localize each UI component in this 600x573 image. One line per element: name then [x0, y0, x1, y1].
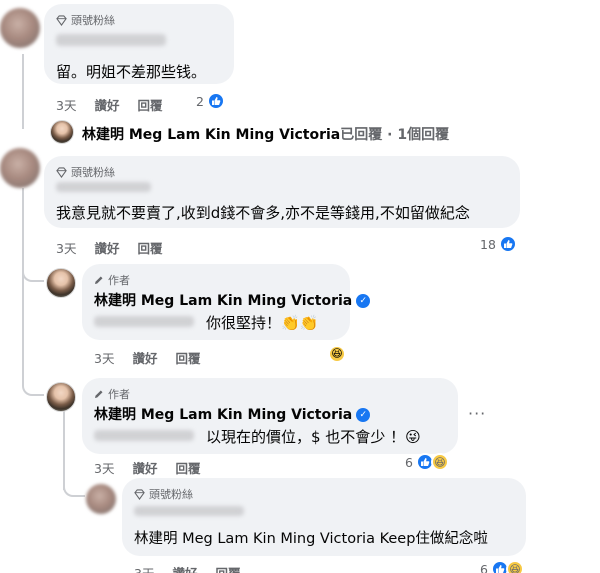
reaction-count[interactable]: 2	[196, 92, 225, 110]
commenter-name[interactable]	[56, 182, 151, 192]
author-name-text: 林建明 Meg Lam Kin Ming Victoria	[94, 407, 353, 423]
reply-text: 林建明 Meg Lam Kin Ming Victoria Keep住做紀念啦	[134, 531, 488, 547]
verified-check-icon: ✓	[356, 294, 371, 308]
reply-summary-name: 林建明 Meg Lam Kin Ming Victoria	[82, 127, 341, 143]
like-button[interactable]: 讚好	[172, 563, 197, 573]
like-button[interactable]: 讚好	[132, 458, 157, 477]
reply-time[interactable]: 3天	[94, 348, 114, 367]
thread-line	[22, 360, 44, 396]
reply-time[interactable]: 3天	[134, 563, 154, 573]
commenter-name[interactable]	[134, 506, 244, 516]
thread-line	[63, 465, 85, 497]
reaction-count[interactable]: 6 😆	[480, 560, 524, 573]
like-count: 6	[480, 561, 488, 573]
comment-text: 我意見就不要賣了,收到d錢不會多,亦不是等錢用,不如留做紀念	[56, 204, 470, 222]
fan-badge: 頭號粉絲	[56, 12, 115, 28]
like-count: 18	[480, 236, 496, 252]
badge-label: 頭號粉絲	[71, 166, 115, 179]
diamond-icon	[56, 166, 67, 178]
avatar[interactable]	[46, 268, 76, 298]
reaction-count[interactable]: 6 😆	[405, 453, 449, 471]
author-tag: 作者	[94, 386, 130, 402]
author-name[interactable]: 林建明 Meg Lam Kin Ming Victoria ✓	[94, 290, 371, 310]
thread-line	[22, 250, 44, 282]
like-button[interactable]: 讚好	[132, 348, 157, 367]
like-count: 2	[196, 93, 204, 109]
author-name[interactable]: 林建明 Meg Lam Kin Ming Victoria ✓	[94, 404, 371, 424]
diamond-icon	[56, 14, 67, 26]
author-tag-label: 作者	[108, 274, 130, 287]
mentioned-user[interactable]	[94, 316, 194, 327]
pencil-icon	[95, 276, 103, 284]
thumbs-up-icon	[206, 92, 225, 110]
comment-time[interactable]: 3天	[56, 95, 76, 114]
fan-badge: 頭號粉絲	[134, 486, 193, 502]
avatar[interactable]	[0, 148, 40, 188]
reply-button[interactable]: 回覆	[137, 238, 162, 257]
author-tag-label: 作者	[108, 388, 130, 401]
reply-text: 以現在的價位，$ 也不會少 ！😜	[206, 428, 421, 446]
like-button[interactable]: 讚好	[94, 238, 119, 257]
reply-button[interactable]: 回覆	[137, 95, 162, 114]
laughing-face-icon: 😆	[505, 560, 524, 573]
thread-line	[22, 54, 24, 129]
avatar[interactable]	[46, 382, 76, 412]
reaction-count[interactable]: 😆	[328, 342, 346, 363]
comment-time[interactable]: 3天	[56, 238, 76, 257]
avatar[interactable]	[50, 120, 74, 144]
reply-button[interactable]: 回覆	[215, 563, 240, 573]
reply-actions: 3天 讚好 回覆	[134, 563, 240, 573]
more-options-button[interactable]: ···	[468, 404, 486, 423]
laughing-face-icon: 😆	[328, 344, 346, 363]
reply-summary-suffix: 已回覆 · 1個回覆	[340, 127, 450, 143]
laughing-face-icon: 😆	[430, 453, 449, 471]
avatar[interactable]	[86, 484, 116, 514]
comment-actions: 3天 讚好 回覆	[56, 238, 162, 257]
reply-button[interactable]: 回覆	[175, 348, 200, 367]
author-name-text: 林建明 Meg Lam Kin Ming Victoria	[94, 293, 353, 309]
like-button[interactable]: 讚好	[94, 95, 119, 114]
badge-label: 頭號粉絲	[71, 14, 115, 27]
commenter-name[interactable]	[56, 34, 166, 46]
reply-actions: 3天 讚好 回覆	[94, 348, 200, 367]
avatar[interactable]	[0, 8, 40, 48]
comment-actions: 3天 讚好 回覆	[56, 95, 162, 114]
diamond-icon	[134, 488, 145, 500]
view-replies-link[interactable]: 林建明 Meg Lam Kin Ming Victoria已回覆 · 1個回覆	[82, 124, 449, 144]
pencil-icon	[95, 390, 103, 398]
author-tag: 作者	[94, 272, 130, 288]
reply-button[interactable]: 回覆	[175, 458, 200, 477]
reply-time[interactable]: 3天	[94, 458, 114, 477]
thread-line	[22, 188, 24, 383]
badge-label: 頭號粉絲	[149, 488, 193, 501]
reply-actions: 3天 讚好 回覆	[94, 458, 200, 477]
reply-text: 你很堅持！👏👏	[206, 314, 319, 332]
fan-badge: 頭號粉絲	[56, 164, 115, 180]
mentioned-user[interactable]	[94, 430, 194, 441]
thumbs-up-icon	[498, 235, 517, 253]
like-count: 6	[405, 454, 413, 470]
verified-check-icon: ✓	[356, 408, 371, 422]
comment-text: 留。明姐不差那些钱。	[56, 63, 207, 81]
reaction-count[interactable]: 18	[480, 235, 517, 253]
